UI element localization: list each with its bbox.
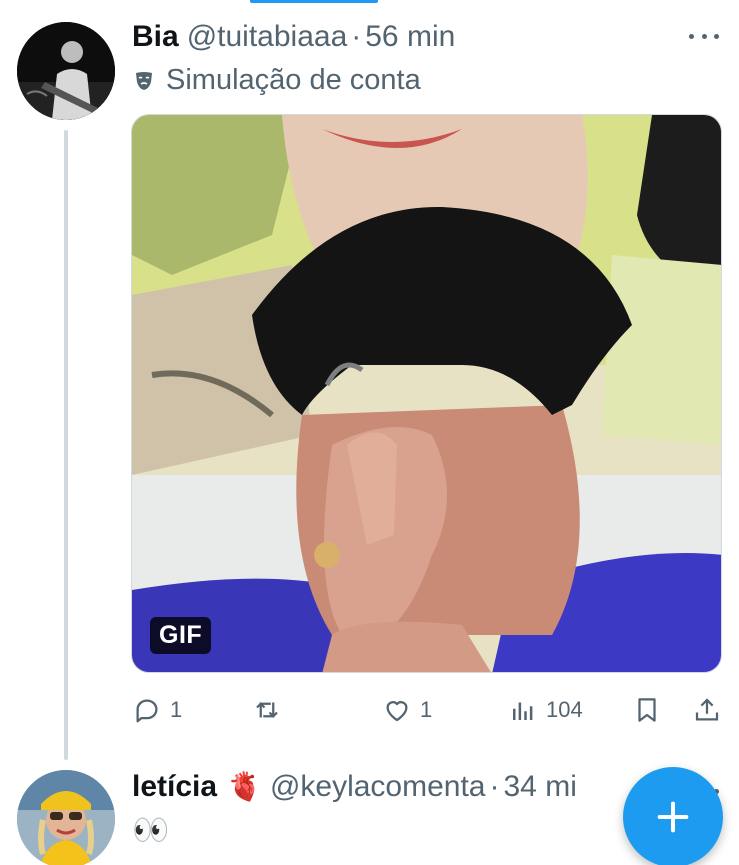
- anatomical-heart-emoji: 🫀: [227, 771, 262, 802]
- more-icon[interactable]: [689, 28, 719, 44]
- parody-label: Simulação de conta: [132, 64, 421, 97]
- compose-plus-icon: [657, 801, 689, 833]
- separator-dot: ·: [351, 20, 362, 53]
- like-button[interactable]: 1: [382, 690, 432, 730]
- tweet-actions: 1 1 104: [132, 690, 722, 730]
- reply-button[interactable]: 1: [132, 690, 182, 730]
- mask-icon: [136, 71, 152, 90]
- tweet[interactable]: Bia @tuitabiaaa · 56 min Simulação de co…: [0, 0, 739, 760]
- bookmark-icon: [638, 698, 656, 722]
- timestamp[interactable]: 34 mi: [504, 770, 577, 804]
- retweet-icon: [256, 702, 278, 718]
- avatar[interactable]: [17, 22, 115, 120]
- like-count: 1: [420, 697, 433, 722]
- reply-icon: [136, 699, 158, 723]
- compose-button[interactable]: [623, 767, 723, 865]
- reply-count: 1: [170, 697, 183, 722]
- avatar[interactable]: [17, 770, 115, 865]
- views-button[interactable]: 104: [508, 690, 583, 730]
- like-icon: [386, 701, 408, 722]
- parody-label-text: Simulação de conta: [166, 64, 421, 96]
- display-name[interactable]: Bia: [132, 20, 179, 54]
- views-icon: [513, 702, 533, 720]
- tweet-text: 👀: [132, 814, 170, 847]
- user-handle[interactable]: @keylacomenta: [270, 770, 486, 804]
- view-count: 104: [546, 697, 583, 722]
- tweet-header: Bia @tuitabiaaa · 56 min: [132, 20, 455, 54]
- tweet-header: letícia 🫀 @keylacomenta · 34 mi: [132, 770, 577, 804]
- share-icon: [695, 698, 719, 721]
- timestamp[interactable]: 56 min: [365, 20, 455, 54]
- gif-image: [132, 115, 721, 672]
- gif-badge: GIF: [150, 617, 212, 654]
- user-handle[interactable]: @tuitabiaaa: [187, 20, 348, 54]
- separator-dot: ·: [489, 770, 500, 803]
- bookmark-button[interactable]: [632, 690, 662, 730]
- display-name[interactable]: letícia: [132, 770, 217, 804]
- share-button[interactable]: [692, 690, 722, 730]
- retweet-button[interactable]: [252, 690, 290, 730]
- gif-media[interactable]: GIF: [131, 114, 722, 673]
- thread-line: [64, 130, 68, 760]
